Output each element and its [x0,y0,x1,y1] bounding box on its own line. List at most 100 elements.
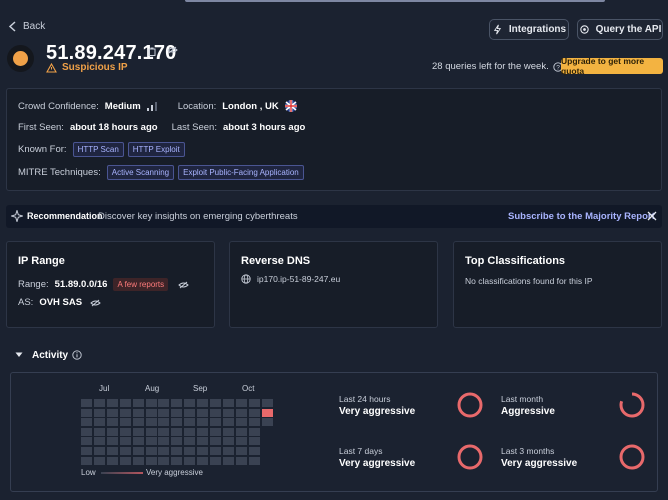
heatmap-cell[interactable] [106,399,118,407]
heatmap-cell[interactable] [248,447,260,455]
heatmap-cell[interactable] [93,427,105,436]
heatmap-cell[interactable] [93,408,105,417]
heatmap-cell[interactable] [119,418,131,427]
heatmap-cell[interactable] [119,437,131,446]
back-link[interactable]: Back [8,21,45,32]
heatmap-cell[interactable] [248,408,260,417]
heatmap-cell[interactable] [235,418,247,427]
hide-eye-icon[interactable] [178,281,189,289]
heatmap-cell[interactable] [145,427,157,436]
heatmap-cell[interactable] [184,456,196,465]
heatmap-cell[interactable] [210,437,221,446]
activity-header[interactable]: Activity [6,343,662,367]
heatmap-cell[interactable] [235,408,247,417]
heatmap-cell[interactable] [184,399,196,407]
subscribe-link[interactable]: Subscribe to the Majority Report [508,211,655,222]
heatmap-cell[interactable] [197,437,209,446]
heatmap-cell[interactable] [184,418,196,427]
heatmap-cell[interactable] [171,456,183,465]
heatmap-cell[interactable] [119,447,131,455]
heatmap-cell[interactable] [222,456,234,465]
heatmap-cell[interactable] [171,408,183,417]
heatmap-cell[interactable] [132,437,144,446]
heatmap-cell[interactable] [171,447,183,455]
heatmap-cell[interactable] [235,437,247,446]
upgrade-button[interactable]: Upgrade to get more quota [561,56,663,76]
close-icon[interactable] [647,211,657,221]
heatmap-cell[interactable] [210,447,221,455]
heatmap-cell[interactable] [81,408,92,417]
heatmap-cell[interactable] [235,456,247,465]
heatmap-cell[interactable] [145,447,157,455]
heatmap-cell[interactable] [106,418,118,427]
heatmap-cell[interactable] [132,408,144,417]
hide-eye-icon[interactable] [90,299,101,307]
heatmap-cell[interactable] [210,408,221,417]
heatmap-cell[interactable] [106,456,118,465]
heatmap-cell[interactable] [248,399,260,407]
heatmap-cell[interactable] [106,408,118,417]
heatmap-cell[interactable] [184,447,196,455]
heatmap-cell[interactable] [171,437,183,446]
heatmap-cell[interactable] [235,399,247,407]
heatmap-cell[interactable] [261,399,273,407]
heatmap-cell[interactable] [93,399,105,407]
heatmap-cell[interactable] [235,447,247,455]
heatmap-cell[interactable] [81,418,92,427]
heatmap-cell[interactable] [261,408,273,417]
heatmap-cell[interactable] [145,399,157,407]
heatmap-cell[interactable] [145,456,157,465]
heatmap-cell[interactable] [145,418,157,427]
heatmap-cell[interactable] [235,427,247,436]
mitre-tag[interactable]: Active Scanning [106,165,175,180]
heatmap-cell[interactable] [248,427,260,436]
heatmap-cell[interactable] [210,418,221,427]
heatmap-cell[interactable] [119,427,131,436]
copy-icon[interactable] [148,47,156,56]
info-circle-icon[interactable] [72,350,82,360]
heatmap-cell[interactable] [81,456,92,465]
heatmap-cell[interactable] [132,447,144,455]
heatmap-cell[interactable] [81,399,92,407]
heatmap-cell[interactable] [197,427,209,436]
heatmap-cell[interactable] [158,447,170,455]
heatmap-cell[interactable] [261,418,273,427]
heatmap-cell[interactable] [158,427,170,436]
heatmap-cell[interactable] [106,447,118,455]
heatmap-cell[interactable] [158,437,170,446]
heatmap-cell[interactable] [184,408,196,417]
heatmap-cell[interactable] [171,427,183,436]
heatmap-cell[interactable] [222,427,234,436]
heatmap-cell[interactable] [119,408,131,417]
heatmap-cell[interactable] [132,418,144,427]
heatmap-cell[interactable] [197,447,209,455]
heatmap-cell[interactable] [248,456,260,465]
heatmap-cell[interactable] [171,418,183,427]
heatmap-cell[interactable] [145,408,157,417]
heatmap-cell[interactable] [106,427,118,436]
heatmap-cell[interactable] [197,456,209,465]
query-api-button[interactable]: Query the API [577,19,663,40]
heatmap-cell[interactable] [210,456,221,465]
heatmap-cell[interactable] [184,437,196,446]
heatmap-cell[interactable] [248,437,260,446]
heatmap-cell[interactable] [158,456,170,465]
heatmap-cell[interactable] [222,418,234,427]
heatmap-cell[interactable] [222,437,234,446]
heatmap-cell[interactable] [81,447,92,455]
heatmap-cell[interactable] [197,399,209,407]
mitre-tag[interactable]: Exploit Public-Facing Application [178,165,304,180]
heatmap-cell[interactable] [93,447,105,455]
heatmap-cell[interactable] [158,399,170,407]
heatmap-cell[interactable] [81,437,92,446]
heatmap-cell[interactable] [119,456,131,465]
heatmap-cell[interactable] [132,399,144,407]
hide-eye-icon[interactable] [167,46,178,54]
heatmap-cell[interactable] [171,399,183,407]
heatmap-cell[interactable] [93,456,105,465]
heatmap-cell[interactable] [132,456,144,465]
heatmap-cell[interactable] [248,418,260,427]
known-for-tag[interactable]: HTTP Scan [72,142,124,157]
heatmap-cell[interactable] [184,427,196,436]
integrations-button[interactable]: Integrations [489,19,569,40]
